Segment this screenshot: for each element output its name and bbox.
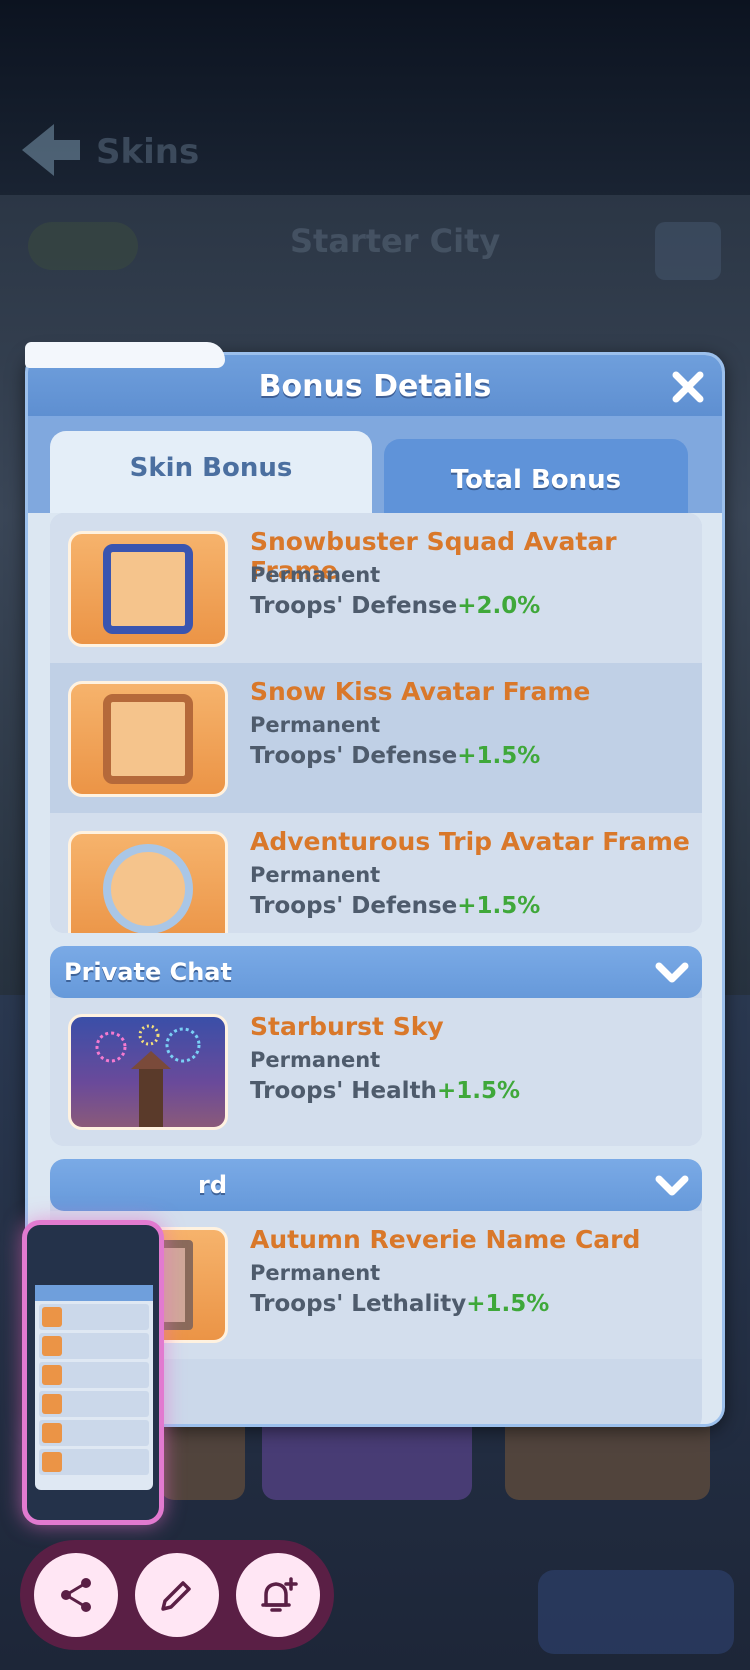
tab-skin-bonus[interactable]: Skin Bonus: [50, 431, 372, 515]
avatar-frame-group: Snowbuster Squad Avatar Frame Permanent …: [50, 513, 702, 933]
item-duration: Permanent: [250, 1261, 381, 1285]
preview-row: [39, 1449, 149, 1475]
dialog-title: Bonus Details: [258, 369, 492, 404]
tab-total-bonus[interactable]: Total Bonus: [384, 439, 688, 515]
edit-icon: [161, 1581, 191, 1611]
close-icon[interactable]: [668, 367, 708, 407]
share-icon: [61, 1578, 91, 1612]
item-duration: Permanent: [250, 563, 381, 587]
item-stat: Troops' Defense+1.5%: [250, 893, 540, 919]
preview-content: [35, 1285, 153, 1490]
stat-label: Troops' Defense: [250, 743, 458, 769]
chevron-down-icon[interactable]: [654, 1169, 690, 1201]
item-stat: Troops' Defense+1.5%: [250, 743, 540, 769]
stat-bonus: +2.0%: [457, 593, 541, 619]
item-thumbnail: [68, 531, 228, 647]
list-item: Snowbuster Squad Avatar Frame Permanent …: [50, 513, 702, 663]
item-thumbnail: [68, 1014, 228, 1130]
private-chat-group: Private Chat Starburst Sky Permanent Tro…: [50, 946, 702, 1146]
item-stat: Troops' Health+1.5%: [250, 1078, 520, 1104]
group-title: rd: [198, 1171, 228, 1199]
share-button[interactable]: [34, 1553, 118, 1637]
preview-row: [39, 1333, 149, 1359]
stat-bonus: +1.5%: [466, 1291, 550, 1317]
screenshot-action-bar: [20, 1540, 334, 1650]
preview-row: [39, 1420, 149, 1446]
preview-row: [39, 1391, 149, 1417]
item-duration: Permanent: [250, 713, 381, 737]
preview-row: [39, 1304, 149, 1330]
item-duration: Permanent: [250, 863, 381, 887]
background-status-pill: [28, 222, 138, 270]
item-thumbnail: [68, 681, 228, 797]
item-stat: Troops' Lethality+1.5%: [250, 1291, 549, 1317]
stat-label: Troops' Defense: [250, 593, 458, 619]
group-title: Private Chat: [64, 958, 232, 986]
background-home-icon: [655, 222, 721, 280]
item-duration: Permanent: [250, 1048, 381, 1072]
stat-label: Troops' Defense: [250, 893, 458, 919]
group-header-name-card[interactable]: rd: [50, 1159, 702, 1211]
list-item: Adventurous Trip Avatar Frame Permanent …: [50, 813, 702, 933]
preview-row: [39, 1362, 149, 1388]
list-item: Starburst Sky Permanent Troops' Health+1…: [50, 998, 702, 1146]
item-thumbnail: [68, 831, 228, 933]
snow-decoration: [25, 342, 225, 368]
item-name: Autumn Reverie Name Card: [250, 1225, 641, 1254]
item-name: Starburst Sky: [250, 1012, 444, 1041]
item-name: Adventurous Trip Avatar Frame: [250, 827, 690, 856]
preview-header: [35, 1285, 153, 1301]
stat-bonus: +1.5%: [436, 1078, 520, 1104]
background-city-name: Starter City: [290, 222, 501, 260]
chevron-down-icon[interactable]: [654, 956, 690, 988]
stat-bonus: +1.5%: [457, 893, 541, 919]
list-item: Snow Kiss Avatar Frame Permanent Troops'…: [50, 663, 702, 813]
fireworks-icon: [95, 1024, 201, 1127]
edit-button[interactable]: [135, 1553, 219, 1637]
item-name: Snow Kiss Avatar Frame: [250, 677, 591, 706]
add-reminder-button[interactable]: [236, 1553, 320, 1637]
back-arrow-icon[interactable]: [14, 118, 84, 182]
stat-label: Troops' Lethality: [250, 1291, 467, 1317]
background-equip-button: [538, 1570, 734, 1654]
stat-label: Troops' Health: [250, 1078, 437, 1104]
background-page-title: Skins: [96, 132, 200, 172]
stat-bonus: +1.5%: [457, 743, 541, 769]
screenshot-preview[interactable]: [22, 1220, 164, 1525]
add-reminder-icon: [261, 1577, 298, 1612]
group-header-private-chat[interactable]: Private Chat: [50, 946, 702, 998]
item-stat: Troops' Defense+2.0%: [250, 593, 540, 619]
